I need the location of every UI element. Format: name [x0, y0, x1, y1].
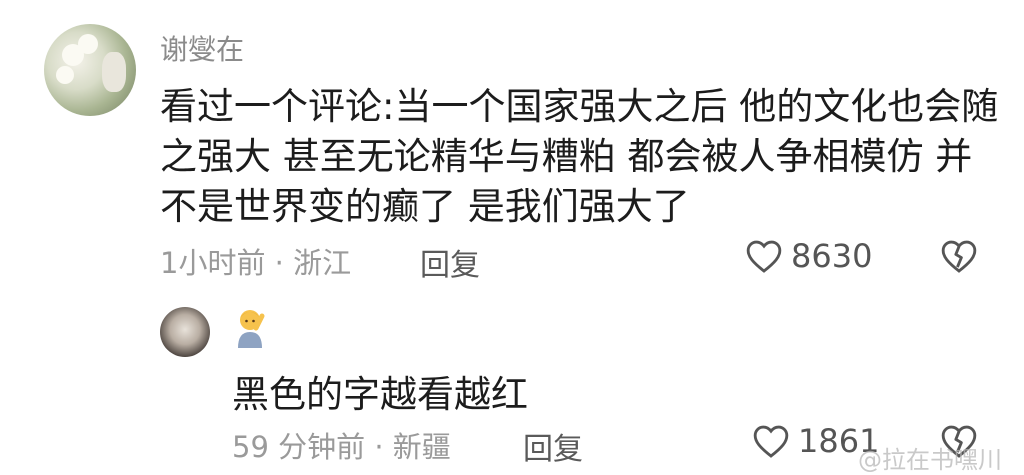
watermark: @拉在书嘿川: [858, 446, 1002, 474]
reply-reply-button[interactable]: 回复: [523, 424, 583, 468]
heart-icon: [753, 425, 789, 458]
dislike-button[interactable]: [940, 238, 978, 278]
person-emoji-icon: [238, 310, 265, 348]
comment-meta: 1小时前 · 浙江: [160, 246, 352, 280]
comment-username[interactable]: 谢燮在: [160, 28, 244, 68]
reply-meta: 59 分钟前 · 新疆: [232, 430, 451, 464]
like-button[interactable]: 8630: [745, 237, 872, 275]
flower-petal: [56, 66, 74, 84]
reply-avatar[interactable]: [160, 307, 210, 357]
flower-petal: [78, 34, 98, 54]
heart-icon: [746, 240, 782, 273]
like-count: 8630: [791, 237, 873, 275]
comment-text: 看过一个评论:当一个国家强大之后 他的文化也会随之强大 甚至无论精华与糟粕 都会…: [160, 85, 999, 228]
commenter-avatar[interactable]: [44, 24, 136, 116]
flower-petal: [102, 52, 126, 92]
reply-text: 黑色的字越看越红: [232, 373, 528, 416]
broken-heart-icon: [941, 240, 977, 273]
reply-button[interactable]: 回复: [420, 240, 480, 284]
